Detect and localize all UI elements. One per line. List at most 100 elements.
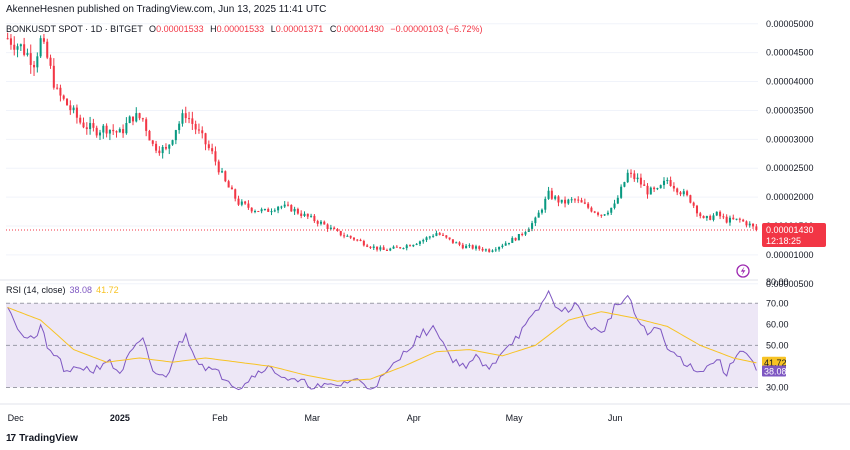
candle-body — [13, 44, 16, 50]
candle-body — [702, 216, 705, 219]
candle-body — [188, 118, 191, 120]
candle-body — [280, 206, 283, 208]
low-value: 0.00001371 — [275, 24, 324, 34]
rsi-tick-label: 50.00 — [766, 340, 789, 350]
price-chart[interactable]: 0.00005000 0.00004500 0.00004000 0.00003500… — [0, 0, 850, 450]
candle-body — [597, 212, 600, 215]
candle-body — [217, 161, 220, 173]
candle-body — [616, 197, 619, 204]
candle-body — [141, 118, 144, 120]
candle-body — [207, 144, 210, 149]
rsi-value-tag-label: 38.08 — [764, 366, 787, 376]
candle-body — [82, 122, 85, 128]
candle-body — [745, 221, 748, 226]
candle-body — [738, 218, 741, 220]
price-tick-label: 0.00003000 — [766, 134, 814, 144]
candle-body — [567, 199, 570, 204]
candle-body — [445, 235, 448, 238]
candle-body — [715, 211, 718, 216]
candle-body — [649, 187, 652, 195]
candle-body — [432, 235, 435, 237]
rsi-label: RSI (14, close) — [6, 285, 66, 295]
candle-body — [682, 191, 685, 195]
candle-body — [270, 211, 273, 213]
candle-body — [349, 235, 352, 238]
candle-body — [168, 144, 171, 149]
candle-body — [191, 118, 194, 124]
candle-body — [669, 180, 672, 186]
candle-body — [9, 38, 12, 45]
candle-body — [606, 212, 609, 215]
candle-body — [458, 242, 461, 245]
tradingview-brand[interactable]: 17 TradingView — [6, 433, 78, 444]
candle-body — [629, 172, 633, 174]
candle-body — [6, 38, 9, 40]
candle-body — [227, 181, 230, 188]
high-value: 0.00001533 — [216, 24, 265, 34]
candle-body — [689, 195, 692, 203]
candle-body — [461, 244, 464, 249]
candle-body — [603, 214, 606, 216]
candle-body — [131, 116, 135, 122]
candle-body — [540, 209, 543, 213]
candle-body — [108, 129, 111, 134]
candle-body — [253, 211, 257, 213]
candle-body — [135, 113, 138, 122]
candle-body — [352, 237, 355, 240]
price-tick-label: 0.00002000 — [766, 192, 814, 202]
time-tick-label: May — [506, 413, 524, 423]
candle-body — [56, 87, 59, 89]
price-tick-label: 0.00004000 — [766, 77, 814, 87]
candle-body — [319, 221, 323, 224]
rsi-tick-label: 60.00 — [766, 319, 789, 329]
candle-body — [85, 127, 88, 130]
candle-body — [468, 245, 471, 247]
candle-body — [16, 46, 19, 50]
candle-body — [323, 221, 326, 225]
candle-body — [524, 231, 527, 235]
candle-body — [507, 242, 511, 244]
candle-body — [494, 249, 497, 251]
candle-body — [662, 180, 666, 186]
candle-body — [247, 203, 250, 208]
candle-body — [679, 192, 682, 195]
candle-body — [95, 127, 98, 136]
candle-body — [636, 177, 639, 180]
candle-body — [699, 213, 702, 217]
candle-body — [257, 211, 260, 213]
candle-body — [214, 151, 217, 162]
candle-body — [705, 215, 708, 219]
candle-body — [600, 214, 603, 216]
candle-body — [517, 234, 520, 241]
candle-body — [564, 199, 567, 204]
publisher-line: AkenneHesnen published on TradingView.co… — [6, 4, 327, 15]
candle-body — [676, 188, 679, 193]
candle-body — [148, 130, 151, 141]
candle-body — [412, 244, 415, 247]
candle-body — [382, 247, 385, 250]
time-tick-label: Mar — [304, 413, 320, 423]
candle-body — [755, 226, 758, 231]
candle-body — [666, 180, 669, 182]
candle-body — [178, 123, 181, 131]
candle-body — [389, 248, 392, 251]
candle-body — [379, 247, 382, 250]
candle-body — [418, 241, 421, 244]
rsi-legend-value: 38.08 — [69, 285, 93, 295]
candle-body — [557, 196, 560, 203]
candle-body — [474, 246, 478, 249]
candle-body — [197, 129, 200, 131]
candle-body — [105, 125, 108, 134]
candle-body — [409, 245, 412, 247]
candle-body — [29, 53, 32, 65]
candle-body — [501, 245, 504, 247]
price-tick-label: 0.00003500 — [766, 105, 814, 115]
candle-body — [333, 227, 336, 230]
price-tick-label: 0.00002500 — [766, 163, 814, 173]
candle-body — [75, 107, 78, 118]
candle-body — [250, 207, 253, 212]
candle-body — [366, 245, 369, 247]
candle-body — [633, 173, 636, 180]
lightning-icon[interactable] — [736, 264, 750, 278]
price-tick-label: 0.00004500 — [766, 48, 814, 58]
